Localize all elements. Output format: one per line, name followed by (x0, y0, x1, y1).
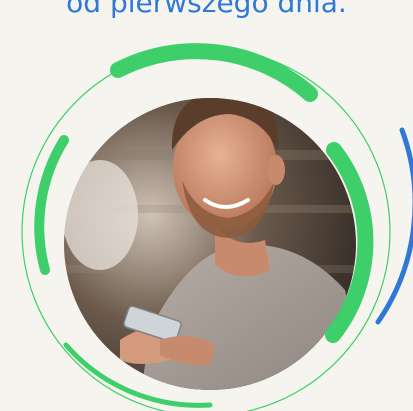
left-green-arc (34, 135, 69, 275)
hero-photo-frame (21, 43, 413, 411)
right-blue-arc (375, 127, 413, 325)
promo-section: od pierwszego dnia. (0, 0, 413, 411)
top-green-arc (110, 43, 318, 102)
person-photo (64, 98, 356, 390)
